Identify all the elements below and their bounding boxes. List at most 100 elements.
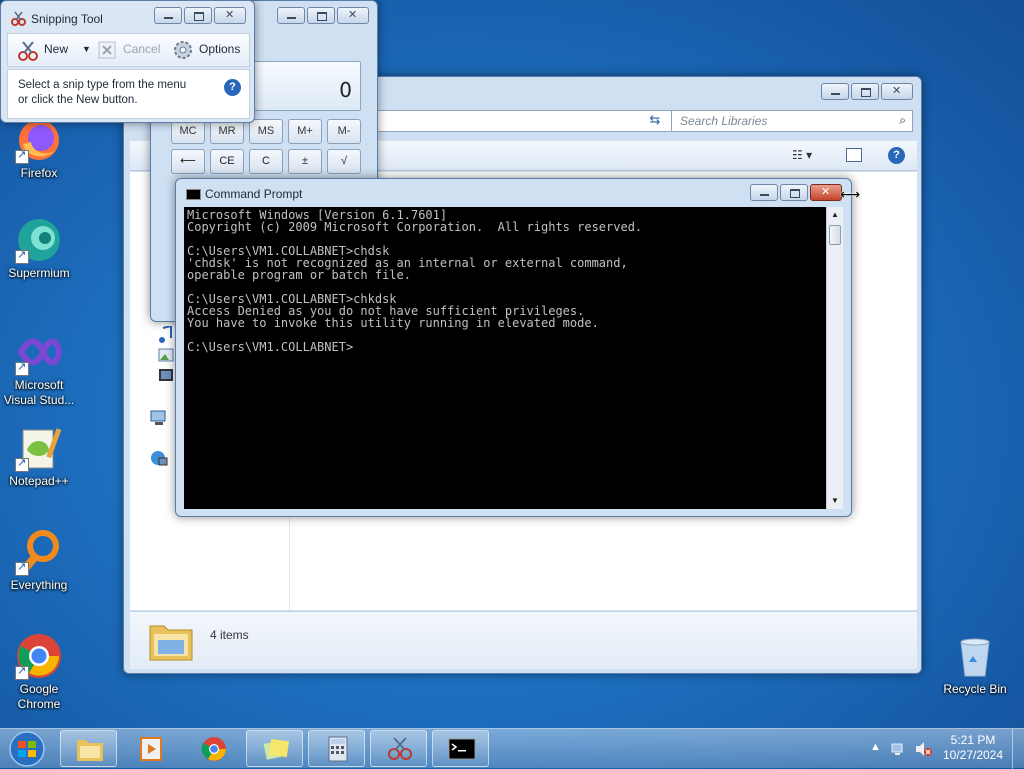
minimize-button[interactable]	[750, 184, 778, 201]
shortcut-arrow-icon	[15, 456, 29, 472]
details-pane: 4 items	[130, 611, 917, 669]
search-input[interactable]: Search Libraries ⌕	[671, 110, 913, 132]
videos-library-icon[interactable]	[158, 368, 174, 382]
network-icon[interactable]	[150, 450, 168, 466]
new-dropdown-icon[interactable]: ▼	[82, 44, 91, 54]
m-minus-button[interactable]: M-	[327, 119, 361, 144]
snipping-tool-app-icon	[11, 11, 26, 26]
window-title: Command Prompt	[205, 187, 303, 201]
vertical-scrollbar[interactable]: ▲ ▼	[826, 207, 843, 509]
taskbar-calculator-button[interactable]	[308, 730, 365, 767]
close-button[interactable]	[337, 7, 369, 24]
close-button[interactable]	[881, 83, 913, 100]
help-icon[interactable]: ?	[888, 147, 905, 164]
desktop-icon-supermium[interactable]: Supermium	[0, 216, 78, 281]
desktop-icon-recycle-bin[interactable]: Recycle Bin	[936, 632, 1014, 697]
network-tray-icon[interactable]	[890, 741, 906, 757]
close-button[interactable]	[214, 7, 246, 24]
chrome-icon	[15, 632, 63, 680]
firefox-icon	[15, 116, 63, 164]
calculator-icon	[328, 736, 348, 762]
close-button[interactable]	[810, 184, 842, 201]
desktop-icon-label: Recycle Bin	[943, 682, 1007, 696]
command-prompt-app-icon	[186, 189, 201, 200]
options-button[interactable]: Options	[199, 42, 240, 56]
pictures-library-icon[interactable]	[158, 348, 174, 362]
ce-button[interactable]: CE	[210, 149, 244, 174]
scroll-thumb[interactable]	[829, 225, 841, 245]
clock-date: 10/27/2024	[942, 748, 1004, 762]
start-button[interactable]	[5, 730, 49, 768]
notepadpp-icon	[15, 424, 63, 472]
c-button[interactable]: C	[249, 149, 283, 174]
taskbar-command-prompt-button[interactable]	[432, 730, 489, 767]
cancel-button[interactable]: Cancel	[123, 42, 160, 56]
maximize-button[interactable]	[307, 7, 335, 24]
help-icon[interactable]: ?	[224, 79, 241, 96]
console-output[interactable]: Microsoft Windows [Version 6.1.7601] Copy…	[184, 207, 826, 509]
instruction-message: Select a snip type from the menu or clic…	[7, 69, 250, 119]
taskbar-chrome-button[interactable]	[184, 730, 241, 767]
tray-show-hidden-icon[interactable]: ▲	[870, 741, 881, 753]
shortcut-arrow-icon	[15, 248, 29, 264]
sticky-notes-icon	[263, 738, 290, 760]
shortcut-arrow-icon	[15, 664, 29, 680]
computer-icon[interactable]	[150, 410, 168, 426]
snipping-tool-window-controls	[154, 7, 246, 24]
console-prompt-line: C:\Users\VM1.COLLABNET>	[187, 340, 354, 354]
show-desktop-button[interactable]	[1012, 729, 1024, 769]
console-line: Copyright (c) 2009 Microsoft Corporation…	[187, 220, 643, 234]
maximize-button[interactable]	[184, 7, 212, 24]
maximize-button[interactable]	[851, 83, 879, 100]
media-player-icon	[140, 737, 162, 761]
supermium-icon	[15, 216, 63, 264]
taskbar-snipping-tool-button[interactable]	[370, 730, 427, 767]
scroll-down-icon[interactable]: ▼	[827, 493, 843, 509]
sqrt-button[interactable]: √	[327, 149, 361, 174]
scroll-up-icon[interactable]: ▲	[827, 207, 843, 223]
search-icon[interactable]: ⌕	[899, 113, 906, 128]
desktop-icon-label: Google Chrome	[17, 682, 61, 711]
taskbar-explorer-button[interactable]	[60, 730, 117, 767]
music-library-icon[interactable]	[158, 326, 174, 344]
ms-button[interactable]: MS	[249, 119, 283, 144]
snipping-tool-icon	[388, 737, 412, 760]
taskbar-sticky-notes-button[interactable]	[246, 730, 303, 767]
desktop-icon-notepadpp[interactable]: Notepad++	[0, 424, 78, 489]
minimize-button[interactable]	[821, 83, 849, 100]
desktop-icon-label: Supermium	[8, 266, 70, 280]
desktop-icon-google-chrome[interactable]: Google Chrome	[0, 632, 78, 712]
taskbar-media-player-button[interactable]	[122, 730, 179, 767]
new-button[interactable]: New	[44, 42, 68, 56]
maximize-button[interactable]	[780, 184, 808, 201]
desktop-icon-everything[interactable]: Everything	[0, 528, 78, 593]
search-placeholder: Search Libraries	[680, 114, 768, 128]
everything-icon	[15, 528, 63, 576]
preview-pane-icon[interactable]	[846, 148, 862, 162]
minimize-button[interactable]	[277, 7, 305, 24]
shortcut-arrow-icon	[15, 360, 29, 376]
calculator-window-controls	[277, 7, 369, 24]
folder-icon	[77, 740, 103, 761]
minimize-button[interactable]	[154, 7, 182, 24]
system-clock[interactable]: 5:21 PM 10/27/2024	[938, 733, 1008, 763]
plus-minus-button[interactable]: ±	[288, 149, 322, 174]
backspace-button[interactable]: ⟵	[171, 149, 205, 174]
resize-cursor-icon: ⟷	[840, 186, 861, 202]
snipping-toolbar: New ▼ Cancel Options	[7, 33, 250, 67]
gear-icon[interactable]	[172, 39, 194, 61]
volume-muted-icon[interactable]	[914, 741, 932, 757]
chrome-icon	[201, 737, 226, 761]
command-prompt-window[interactable]: Command Prompt Microsoft Windows [Versio…	[175, 178, 852, 517]
new-snip-icon[interactable]	[16, 39, 40, 63]
desktop-icon-visual-studio[interactable]: Microsoft Visual Stud...	[0, 328, 78, 408]
command-prompt-icon	[448, 738, 476, 760]
change-view-icon[interactable]: ☷ ▾	[792, 148, 812, 162]
instruction-line-1: Select a snip type from the menu	[18, 79, 187, 91]
snipping-tool-window[interactable]: Snipping Tool New ▼ Cancel Options Selec…	[0, 0, 255, 123]
libraries-folder-icon	[149, 625, 193, 661]
console-line: operable program or batch file.	[187, 268, 411, 282]
m-plus-button[interactable]: M+	[288, 119, 322, 144]
refresh-icon[interactable]: ⇆	[644, 112, 666, 130]
desktop-icon-firefox[interactable]: Firefox	[0, 116, 78, 181]
